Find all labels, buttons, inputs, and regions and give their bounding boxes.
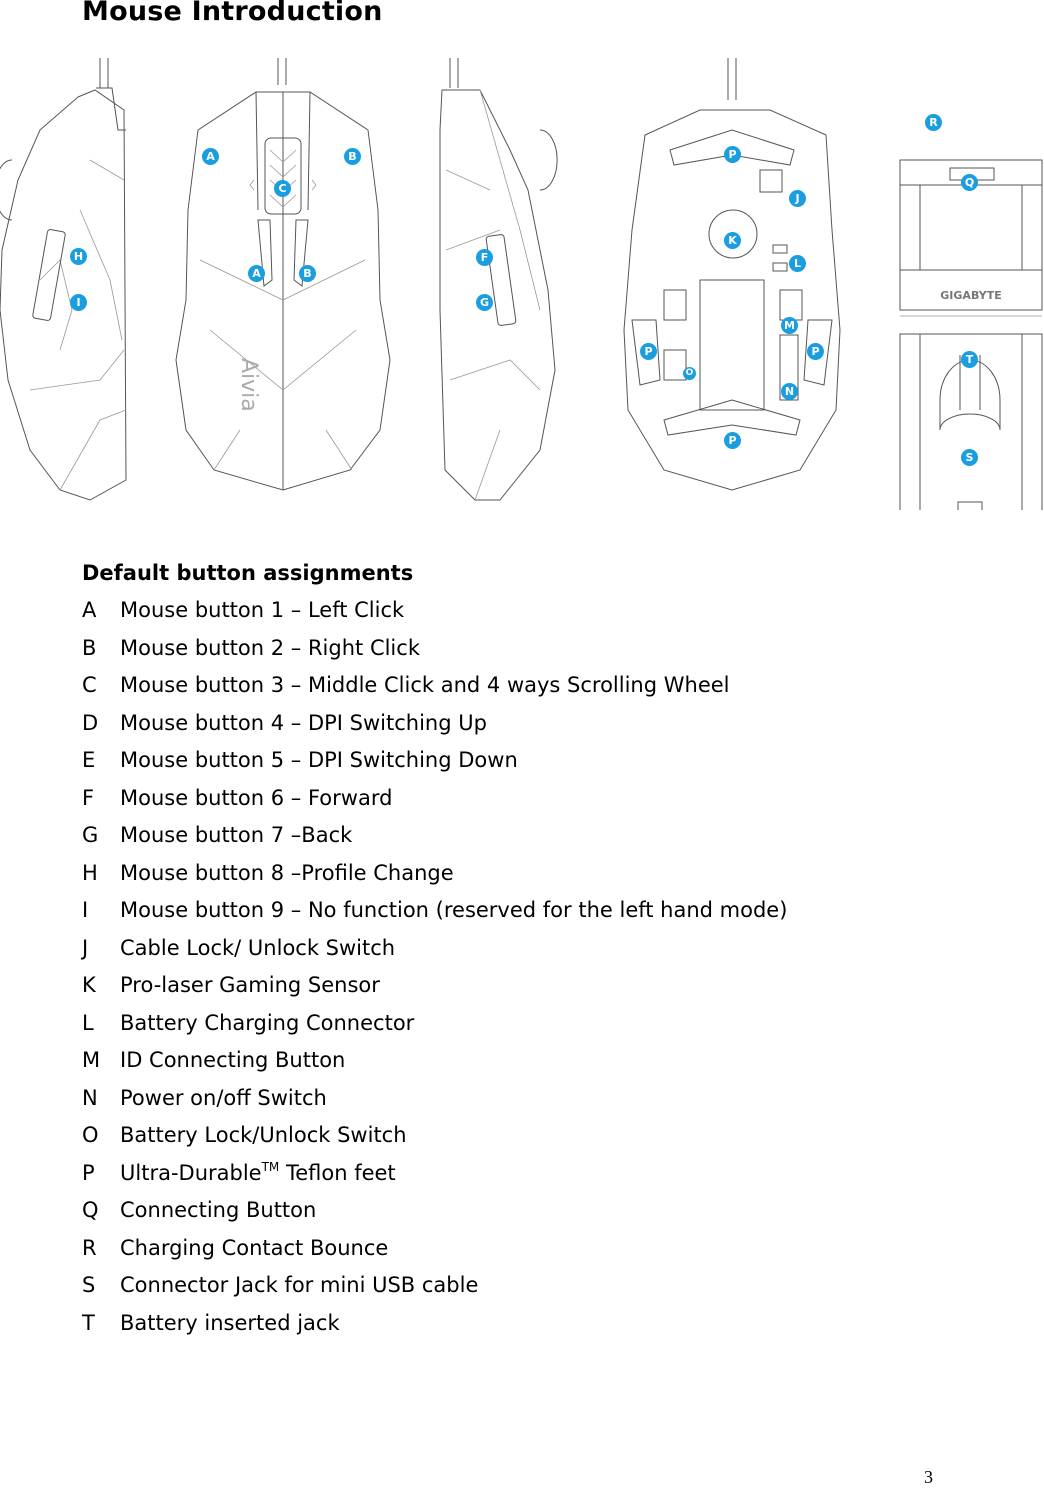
- list-item: I Mouse button 9 – No function (reserved …: [82, 896, 787, 934]
- top-view-drawing: Aivia: [175, 58, 391, 491]
- item-key: G: [82, 823, 99, 847]
- list-item: S Connector Jack for mini USB cable: [82, 1271, 787, 1309]
- item-key: B: [82, 635, 97, 660]
- item-text: Connecting Button: [120, 1198, 317, 1222]
- label-badge-r: R: [925, 114, 942, 131]
- label-badge-k: K: [724, 232, 741, 249]
- bottom-view-drawing: [623, 58, 841, 491]
- item-key: P: [82, 1160, 95, 1185]
- item-key: E: [82, 748, 96, 772]
- item-text: Ultra-Durable: [120, 1160, 262, 1185]
- label-badge-q: Q: [961, 174, 978, 191]
- item-text: ID Connecting Button: [120, 1048, 346, 1072]
- label-badge-o: O: [683, 367, 696, 380]
- list-item: G Mouse button 7 –Back: [82, 821, 787, 859]
- item-key: C: [82, 673, 97, 697]
- item-key: J: [82, 935, 89, 960]
- list-item: L Battery Charging Connector: [82, 1009, 787, 1047]
- item-text: Mouse button 3 – Middle Click and 4 ways…: [120, 673, 730, 697]
- label-badge-p-top: P: [724, 146, 741, 163]
- aivia-logo-text: Aivia: [236, 358, 261, 412]
- label-badge-p-left: P: [640, 343, 657, 360]
- right-side-view-drawing: [439, 58, 558, 501]
- trademark-superscript: TM: [261, 1159, 280, 1174]
- list-item: H Mouse button 8 –Profile Change: [82, 859, 787, 897]
- item-text: Battery inserted jack: [120, 1310, 340, 1335]
- label-badge-h: H: [70, 248, 87, 265]
- gigabyte-logo-text: GIGABYTE: [940, 289, 1001, 302]
- item-text: Pro-laser Gaming Sensor: [120, 973, 380, 997]
- list-item: C Mouse button 3 – Middle Click and 4 way…: [82, 671, 787, 709]
- item-key: A: [82, 598, 97, 622]
- page-title: Mouse Introduction: [82, 0, 383, 27]
- list-item: D Mouse button 4 – DPI Switching Up: [82, 709, 787, 747]
- list-item: R Charging Contact Bounce: [82, 1234, 787, 1272]
- item-text: Cable Lock/ Unlock Switch: [120, 935, 396, 960]
- list-item: T Battery inserted jack: [82, 1309, 787, 1347]
- label-badge-m: M: [781, 317, 798, 334]
- item-key: N: [82, 1085, 98, 1110]
- item-text: Battery Charging Connector: [120, 1010, 415, 1035]
- item-key: Q: [82, 1198, 99, 1222]
- item-text: Mouse button 6 – Forward: [120, 785, 393, 810]
- list-item: A Mouse button 1 – Left Click: [82, 596, 787, 634]
- item-text: Power on/off Switch: [120, 1085, 327, 1110]
- label-badge-g: G: [476, 294, 493, 311]
- item-key: T: [82, 1310, 95, 1335]
- item-text: Mouse button 4 – DPI Switching Up: [120, 710, 487, 735]
- list-item: E Mouse button 5 – DPI Switching Down: [82, 746, 787, 784]
- mouse-diagram: Aivia GIGABYTE H I A B C A B F G P J K L…: [0, 50, 1044, 510]
- list-item: B Mouse button 2 – Right Click: [82, 634, 787, 672]
- label-badge-f: F: [476, 249, 493, 266]
- item-text: Mouse button 1 – Left Click: [120, 598, 405, 622]
- item-key: K: [82, 973, 96, 997]
- item-key: S: [82, 1273, 96, 1297]
- item-key: H: [82, 860, 98, 885]
- page-number: 3: [924, 1467, 933, 1487]
- item-key: O: [82, 1123, 99, 1147]
- label-badge-b-top: B: [344, 148, 361, 165]
- item-text: Mouse button 8 –Profile Change: [120, 860, 454, 885]
- label-badge-t: T: [961, 351, 978, 368]
- label-badge-b-lower: B: [299, 265, 316, 282]
- label-badge-c: C: [274, 180, 291, 197]
- item-text: Battery Lock/Unlock Switch: [120, 1123, 407, 1147]
- button-assignment-list: A Mouse button 1 – Left Click B Mouse butt…: [82, 596, 787, 1346]
- item-text: Charging Contact Bounce: [120, 1235, 389, 1260]
- list-item: K Pro-laser Gaming Sensor: [82, 971, 787, 1009]
- section-heading: Default button assignments: [82, 561, 414, 585]
- mouse-line-art: Aivia GIGABYTE: [0, 58, 1043, 510]
- item-key: R: [82, 1235, 97, 1260]
- label-badge-p-right: P: [807, 343, 824, 360]
- item-key: D: [82, 710, 99, 735]
- item-text: Mouse button 5 – DPI Switching Down: [120, 748, 518, 772]
- list-item: N Power on/off Switch: [82, 1084, 787, 1122]
- left-side-view-drawing: [0, 58, 127, 501]
- item-key: F: [82, 785, 95, 810]
- item-text: Mouse button 9 – No function (reserved f…: [120, 898, 788, 922]
- list-item: Q Connecting Button: [82, 1196, 787, 1234]
- item-key: L: [82, 1010, 94, 1035]
- list-item: F Mouse button 6 – Forward: [82, 784, 787, 822]
- item-key: M: [82, 1048, 101, 1072]
- list-item: M ID Connecting Button: [82, 1046, 787, 1084]
- label-badge-p-bottom: P: [724, 432, 741, 449]
- label-badge-n: N: [781, 383, 798, 400]
- label-badge-s: S: [961, 449, 978, 466]
- label-badge-l: L: [789, 255, 806, 272]
- item-text: Mouse button 7 –Back: [120, 823, 353, 847]
- label-badge-a-top: A: [202, 148, 219, 165]
- label-badge-i: I: [70, 294, 87, 311]
- label-badge-a-lower: A: [248, 265, 265, 282]
- list-item: J Cable Lock/ Unlock Switch: [82, 934, 787, 972]
- label-badge-j: J: [789, 190, 806, 207]
- item-text-after: Teflon feet: [279, 1160, 396, 1185]
- item-text: Mouse button 2 – Right Click: [120, 635, 420, 660]
- list-item: P Ultra-DurableTM Teflon feet: [82, 1159, 787, 1197]
- list-item: O Battery Lock/Unlock Switch: [82, 1121, 787, 1159]
- item-key: I: [82, 898, 89, 922]
- item-text: Connector Jack for mini USB cable: [120, 1273, 479, 1297]
